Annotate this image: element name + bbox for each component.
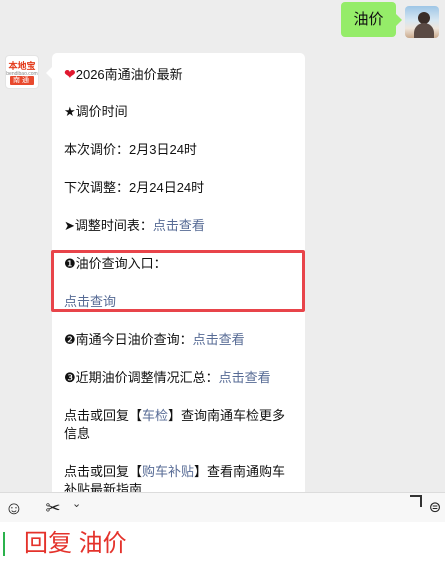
heart-icon: ❤ bbox=[64, 66, 76, 82]
chevron-down-icon[interactable]: ⌄ bbox=[72, 499, 82, 510]
scissors-icon[interactable]: ✂ bbox=[42, 497, 64, 519]
current-adjust-time: 本次调价：2月3日24时 bbox=[64, 142, 197, 157]
inspect-link[interactable]: 车检 bbox=[142, 408, 168, 423]
input-bar: ☺ ✂ ⌄ ⊜ bbox=[0, 492, 445, 523]
bot-avatar-city: 南通 bbox=[10, 76, 34, 85]
next-adjust-time: 下次调整：2月24日24时 bbox=[64, 180, 205, 195]
reply-caption[interactable]: 回复 油价 bbox=[24, 527, 127, 561]
more-icon[interactable]: ⊜ bbox=[424, 497, 445, 519]
user-message-bubble[interactable]: 油价 bbox=[341, 2, 402, 37]
user-message-text: 油价 bbox=[353, 11, 384, 28]
caption-area: 回复 油价 bbox=[0, 522, 445, 565]
bot-avatar[interactable]: 本地宝 bendibao.com 南通 bbox=[5, 55, 39, 89]
today-price-link[interactable]: 点击查看 bbox=[193, 332, 245, 347]
inspect-prefix: 点击或回复【 bbox=[64, 408, 143, 423]
recent-summary-row: ❸近期油价调整情况汇总：点击查看 bbox=[64, 369, 271, 387]
message-heading: 2026南通油价最新 bbox=[75, 67, 183, 82]
recent-summary-link[interactable]: 点击查看 bbox=[219, 370, 271, 385]
schedule-link[interactable]: 点击查看 bbox=[153, 218, 205, 233]
query-entry-highlight bbox=[51, 250, 305, 312]
inspect-row: 点击或回复【车检】查询南通车检更多信息 bbox=[64, 407, 296, 443]
section-title: ★调价时间 bbox=[64, 104, 128, 119]
subsidy-prefix: 点击或回复【 bbox=[64, 464, 143, 479]
subsidy-link[interactable]: 购车补贴 bbox=[142, 464, 194, 479]
schedule-label: ➤调整时间表： bbox=[64, 218, 153, 233]
text-cursor bbox=[3, 532, 5, 556]
today-price-label: ❷南通今日油价查询： bbox=[64, 332, 193, 347]
chat-area: 油价 本地宝 bendibao.com 南通 ❤2026南通油价最新 ★调价时间… bbox=[0, 0, 445, 492]
avatar-figure-body bbox=[414, 23, 434, 38]
message-heading-row: ❤2026南通油价最新 bbox=[64, 65, 183, 84]
subsidy-row: 点击或回复【购车补贴】查看南通购车补贴最新指南 bbox=[64, 463, 296, 492]
user-avatar[interactable] bbox=[405, 6, 439, 38]
today-price-row: ❷南通今日油价查询：点击查看 bbox=[64, 331, 245, 349]
corner-icon bbox=[410, 495, 422, 507]
emoji-icon[interactable]: ☺ bbox=[3, 497, 25, 519]
recent-summary-label: ❸近期油价调整情况汇总： bbox=[64, 370, 219, 385]
schedule-row: ➤调整时间表：点击查看 bbox=[64, 217, 205, 235]
